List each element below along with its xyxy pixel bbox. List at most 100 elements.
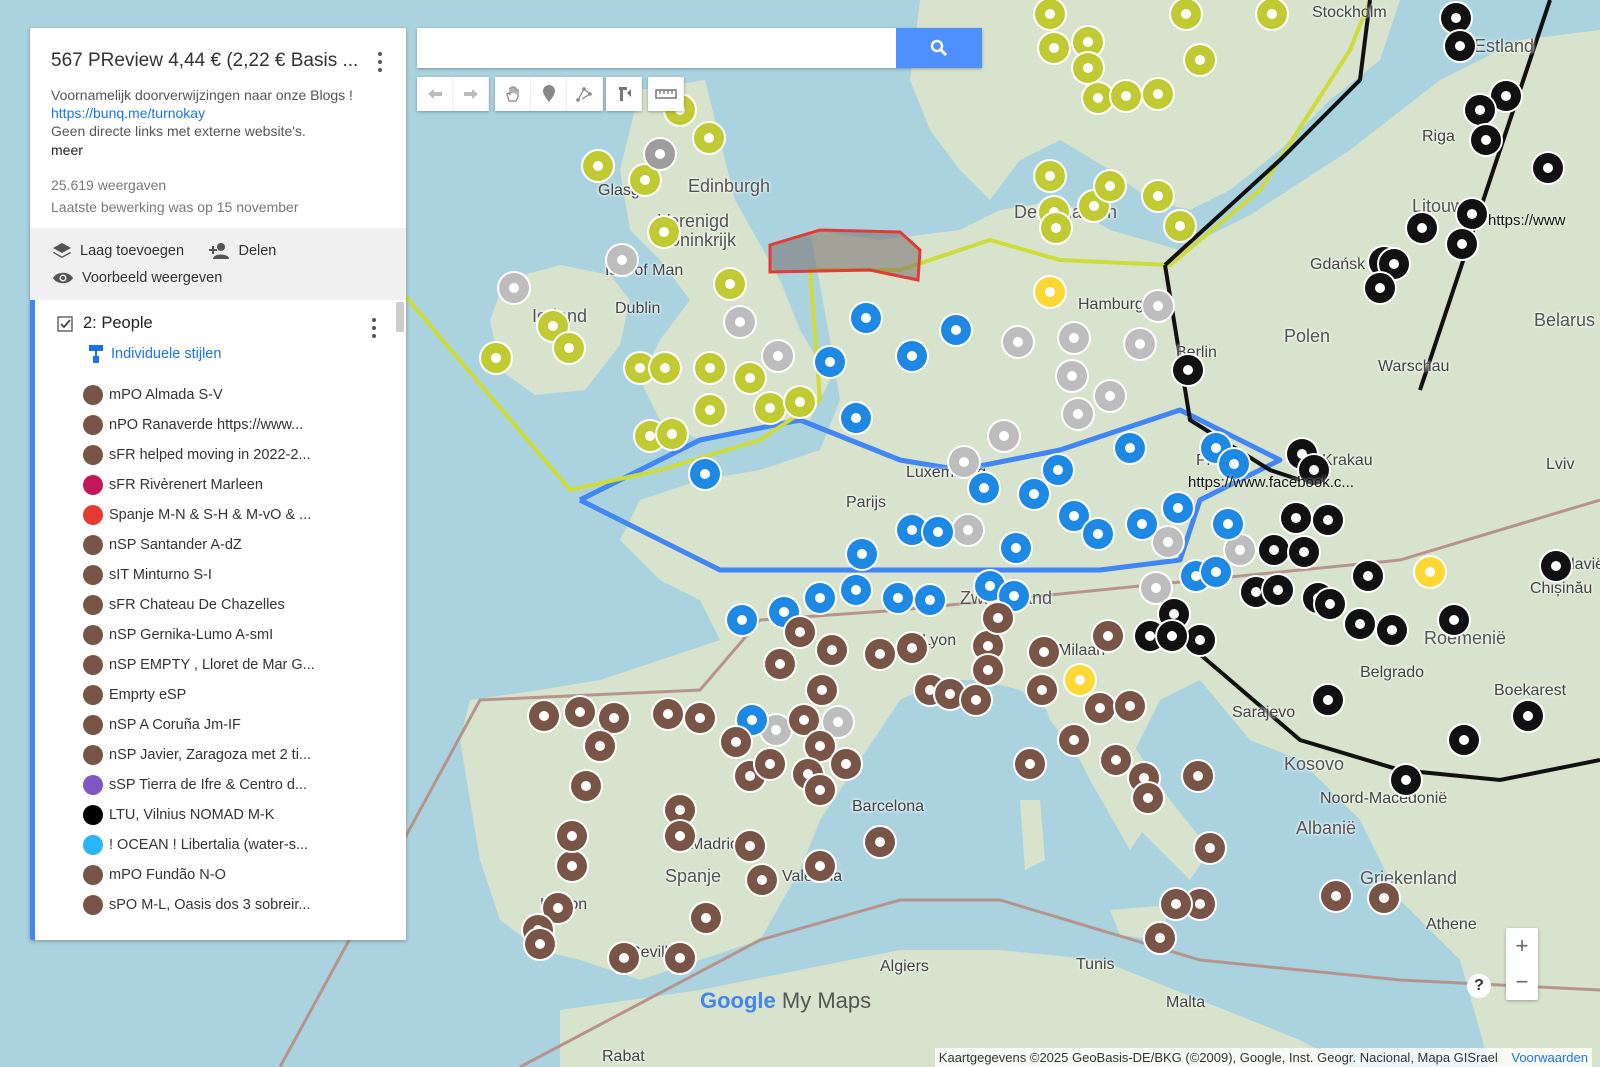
map-marker-icon[interactable]: [1141, 573, 1171, 603]
marker-label-url[interactable]: https://www: [1488, 212, 1566, 229]
map-marker-icon[interactable]: [1449, 725, 1479, 755]
map-marker-icon[interactable]: [983, 603, 1013, 633]
add-layer-button[interactable]: Laag toevoegen: [52, 238, 184, 264]
map-marker-icon[interactable]: [585, 731, 615, 761]
map-marker-icon[interactable]: [1165, 211, 1195, 241]
map-marker-icon[interactable]: [747, 865, 777, 895]
map-marker-icon[interactable]: [583, 151, 613, 181]
layer-item[interactable]: sFR Rivèrenert Marleen: [83, 470, 383, 500]
map-marker-icon[interactable]: [755, 393, 785, 423]
map-marker-icon[interactable]: [1281, 503, 1311, 533]
map-marker-icon[interactable]: [1225, 535, 1255, 565]
map-marker-icon[interactable]: [1127, 509, 1157, 539]
map-marker-icon[interactable]: [1073, 53, 1103, 83]
map-marker-icon[interactable]: [1365, 273, 1395, 303]
layer-item[interactable]: nPO Ranaverde https://www...: [83, 410, 383, 440]
layer-item[interactable]: nSP Santander A-dZ: [83, 530, 383, 560]
map-marker-icon[interactable]: [1321, 881, 1351, 911]
map-marker-icon[interactable]: [841, 403, 871, 433]
layer-item[interactable]: nSP A Coruña Jm-IF: [83, 710, 383, 740]
map-marker-icon[interactable]: [1391, 765, 1421, 795]
map-marker-icon[interactable]: [557, 821, 587, 851]
map-marker-icon[interactable]: [1043, 455, 1073, 485]
map-marker-icon[interactable]: [1173, 355, 1203, 385]
layer-item[interactable]: ! OCEAN ! Libertalia (water-s...: [83, 830, 383, 860]
zoom-out-button[interactable]: −: [1506, 964, 1538, 1000]
map-marker-icon[interactable]: [1313, 685, 1343, 715]
map-marker-icon[interactable]: [949, 447, 979, 477]
map-marker-icon[interactable]: [1259, 535, 1289, 565]
map-marker-icon[interactable]: [665, 821, 695, 851]
map-marker-icon[interactable]: [1415, 557, 1445, 587]
map-marker-icon[interactable]: [1001, 533, 1031, 563]
map-marker-icon[interactable]: [897, 633, 927, 663]
map-marker-icon[interactable]: [805, 731, 835, 761]
map-marker-icon[interactable]: [1369, 883, 1399, 913]
map-marker-icon[interactable]: [935, 679, 965, 709]
map-marker-icon[interactable]: [1143, 79, 1173, 109]
map-marker-icon[interactable]: [1057, 361, 1087, 391]
map-marker-icon[interactable]: [727, 605, 757, 635]
map-marker-icon[interactable]: [557, 851, 587, 881]
map-marker-icon[interactable]: [883, 583, 913, 613]
pan-tool-button[interactable]: [495, 77, 531, 111]
map-marker-icon[interactable]: [1257, 0, 1287, 29]
map-marker-icon[interactable]: [653, 699, 683, 729]
map-marker-icon[interactable]: [805, 583, 835, 613]
map-marker-icon[interactable]: [1491, 81, 1521, 111]
map-marker-icon[interactable]: [961, 685, 991, 715]
map-marker-icon[interactable]: [735, 363, 765, 393]
map-marker-icon[interactable]: [691, 903, 721, 933]
map-marker-icon[interactable]: [1183, 761, 1213, 791]
map-marker-icon[interactable]: [599, 703, 629, 733]
map-description-link[interactable]: https://bunq.me/turnokay: [51, 104, 386, 122]
layer-item[interactable]: nSP EMPTY , Lloret de Mar G...: [83, 650, 383, 680]
undo-button[interactable]: [417, 77, 453, 111]
map-marker-icon[interactable]: [865, 639, 895, 669]
map-marker-icon[interactable]: [1513, 701, 1543, 731]
layer-header[interactable]: 2: People: [57, 314, 153, 333]
directions-button[interactable]: [606, 77, 642, 111]
map-marker-icon[interactable]: [1445, 31, 1475, 61]
map-title[interactable]: 567 PReview 4,44 € (2,22 € Basis ...: [51, 50, 361, 72]
map-marker-icon[interactable]: [847, 539, 877, 569]
map-marker-icon[interactable]: [725, 307, 755, 337]
map-marker-icon[interactable]: [1111, 81, 1141, 111]
map-marker-icon[interactable]: [1027, 675, 1057, 705]
map-marker-icon[interactable]: [665, 943, 695, 973]
map-marker-icon[interactable]: [805, 851, 835, 881]
measure-button[interactable]: [648, 77, 684, 111]
layer-item[interactable]: sIT Minturno S-I: [83, 560, 383, 590]
map-marker-icon[interactable]: [1125, 329, 1155, 359]
map-marker-icon[interactable]: [649, 217, 679, 247]
map-marker-icon[interactable]: [815, 347, 845, 377]
map-marker-icon[interactable]: [1059, 725, 1089, 755]
map-marker-icon[interactable]: [499, 273, 529, 303]
preview-button[interactable]: Voorbeeld weergeven: [52, 265, 222, 291]
zoom-in-button[interactable]: +: [1506, 928, 1538, 964]
draw-line-button[interactable]: [567, 77, 603, 111]
map-marker-icon[interactable]: [1315, 589, 1345, 619]
map-marker-icon[interactable]: [941, 315, 971, 345]
map-marker-icon[interactable]: [657, 419, 687, 449]
map-marker-icon[interactable]: [1035, 277, 1065, 307]
layer-item[interactable]: sFR Chateau De Chazelles: [83, 590, 383, 620]
layer-item[interactable]: mPO Almada S-V: [83, 380, 383, 410]
panel-scrollbar[interactable]: [396, 302, 404, 332]
map-marker-icon[interactable]: [1133, 783, 1163, 813]
map-marker-icon[interactable]: [763, 341, 793, 371]
map-marker-icon[interactable]: [841, 575, 871, 605]
map-marker-icon[interactable]: [805, 775, 835, 805]
layer-item[interactable]: sFR helped moving in 2022-2...: [83, 440, 383, 470]
map-marker-icon[interactable]: [989, 421, 1019, 451]
map-marker-icon[interactable]: [865, 827, 895, 857]
map-marker-icon[interactable]: [953, 515, 983, 545]
map-marker-icon[interactable]: [1095, 381, 1125, 411]
map-marker-icon[interactable]: [1145, 923, 1175, 953]
map-marker-icon[interactable]: [1015, 749, 1045, 779]
layer-item[interactable]: nSP Gernika-Lumo A-smI: [83, 620, 383, 650]
map-marker-icon[interactable]: [807, 675, 837, 705]
map-marker-icon[interactable]: [1171, 0, 1201, 29]
map-marker-icon[interactable]: [1059, 323, 1089, 353]
layer-item[interactable]: nSP Javier, Zaragoza met 2 ti...: [83, 740, 383, 770]
